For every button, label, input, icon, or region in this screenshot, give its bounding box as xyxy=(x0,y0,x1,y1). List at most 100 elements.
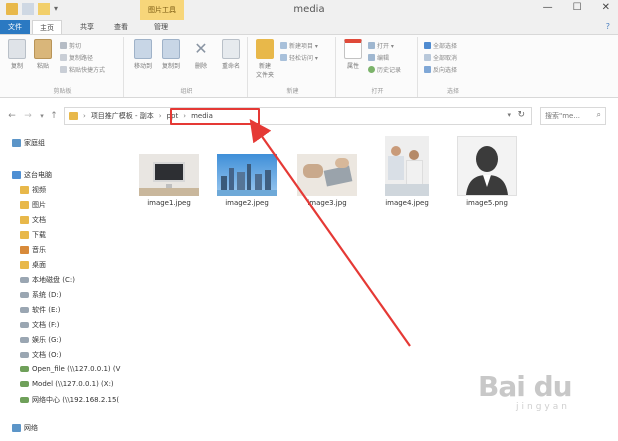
rename-button[interactable]: 重命名 xyxy=(218,39,244,70)
properties-button[interactable]: 属性 xyxy=(340,39,366,70)
downloads-folder-icon xyxy=(20,231,29,239)
open-group-label: 打开 xyxy=(371,88,384,95)
new-item-button[interactable]: 新建项目 ▾ xyxy=(280,41,318,50)
minimize-icon[interactable]: — xyxy=(543,2,553,13)
sidebar-item-music[interactable]: 音乐 xyxy=(20,245,46,255)
sidebar-item-drive-e[interactable]: 软件 (E:) xyxy=(20,305,60,315)
address-bar[interactable]: › 项目推广模板 - 副本 › ppt › media ▾ ↻ xyxy=(64,107,532,125)
copy-to-button[interactable]: 复制到 xyxy=(158,39,184,70)
sidebar-item-this-pc[interactable]: 这台电脑 xyxy=(12,170,52,180)
sidebar-item-network-drive-x[interactable]: Model (\\127.0.0.1) (X:) xyxy=(20,380,114,388)
forward-arrow-icon[interactable]: → xyxy=(22,110,34,122)
sidebar-item-desktop[interactable]: 桌面 xyxy=(20,260,46,270)
close-icon[interactable]: ✕ xyxy=(602,2,610,13)
breadcrumb-item-template-copy[interactable]: 项目推广模板 - 副本 xyxy=(91,111,154,121)
edit-icon xyxy=(368,54,375,61)
recent-locations-chevron-icon[interactable]: ▾ xyxy=(36,110,48,122)
image3-thumbnail xyxy=(297,154,357,196)
navigation-pane: 家庭组 这台电脑 视频 图片 文档 下载 音乐 桌面 本地磁盘 (C:) 系统 … xyxy=(0,132,126,441)
up-arrow-icon[interactable]: ↑ xyxy=(48,110,60,122)
clipboard-group-label: 剪贴板 xyxy=(53,88,72,95)
invert-selection-button[interactable]: 反向选择 xyxy=(424,65,457,74)
image5-thumbnail xyxy=(457,136,517,196)
new-group-label: 新建 xyxy=(286,88,299,95)
file-item-image1[interactable]: image1.jpeg xyxy=(138,154,200,207)
tab-home[interactable]: 主页 xyxy=(32,20,62,34)
sidebar-item-documents[interactable]: 文档 xyxy=(20,215,46,225)
new-folder-button[interactable]: 新建 文件夹 xyxy=(252,39,278,79)
folder-icon xyxy=(69,112,78,120)
address-dropdown-chevron-icon[interactable]: ▾ xyxy=(507,111,511,119)
copy-to-icon xyxy=(162,39,180,59)
organize-group: 移动到 复制到 ✕ 删除 重命名 组织 xyxy=(126,37,248,97)
paste-shortcut-button[interactable]: 粘贴快捷方式 xyxy=(60,65,105,74)
organize-group-label: 组织 xyxy=(180,88,193,95)
move-to-button[interactable]: 移动到 xyxy=(130,39,156,70)
copy-icon xyxy=(8,39,26,59)
image2-thumbnail xyxy=(217,154,277,196)
file-name-label: image3.jpg xyxy=(307,199,347,207)
copy-path-button[interactable]: 复制路径 xyxy=(60,53,93,62)
new-item-icon xyxy=(280,42,287,49)
network-drive-icon xyxy=(20,366,29,372)
sidebar-item-downloads[interactable]: 下载 xyxy=(20,230,46,240)
search-input[interactable]: 搜索"me... ⌕ xyxy=(540,107,606,125)
easy-access-button[interactable]: 轻松访问 ▾ xyxy=(280,53,318,62)
sidebar-item-drive-o[interactable]: 文档 (O:) xyxy=(20,350,61,360)
sidebar-item-network[interactable]: 网络 xyxy=(12,423,38,433)
sidebar-item-drive-c[interactable]: 本地磁盘 (C:) xyxy=(20,275,75,285)
file-item-image5[interactable]: image5.png xyxy=(454,136,520,207)
sidebar-item-videos[interactable]: 视频 xyxy=(20,185,46,195)
window-controls: — ☐ ✕ xyxy=(543,2,610,13)
tab-view[interactable]: 查看 xyxy=(106,20,136,34)
drive-icon xyxy=(20,322,29,328)
file-item-image3[interactable]: image3.jpg xyxy=(296,154,358,207)
drive-icon xyxy=(20,337,29,343)
select-all-button[interactable]: 全部选择 xyxy=(424,41,457,50)
help-icon[interactable]: ? xyxy=(606,22,610,31)
sidebar-item-drive-f[interactable]: 文档 (F:) xyxy=(20,320,60,330)
select-none-button[interactable]: 全部取消 xyxy=(424,53,457,62)
navigation-bar: ← → ▾ ↑ › 项目推广模板 - 副本 › ppt › media ▾ ↻ … xyxy=(0,104,618,128)
documents-folder-icon xyxy=(20,216,29,224)
maximize-icon[interactable]: ☐ xyxy=(573,2,582,13)
computer-icon xyxy=(12,171,21,179)
file-name-label: image5.png xyxy=(466,199,508,207)
tab-file[interactable]: 文件 xyxy=(0,20,30,34)
network-icon xyxy=(12,424,21,432)
history-button[interactable]: 历史记录 xyxy=(368,65,401,74)
sidebar-item-drive-d[interactable]: 系统 (D:) xyxy=(20,290,61,300)
cut-button[interactable]: 剪切 xyxy=(60,41,81,50)
music-folder-icon xyxy=(20,246,29,254)
path-highlight-box xyxy=(170,108,260,125)
watermark-brand: Bai du xyxy=(478,370,573,403)
file-item-image4[interactable]: image4.jpeg xyxy=(380,136,434,207)
sidebar-item-drive-g[interactable]: 娱乐 (G:) xyxy=(20,335,61,345)
back-arrow-icon[interactable]: ← xyxy=(6,110,18,122)
file-item-image2[interactable]: image2.jpeg xyxy=(216,154,278,207)
select-group-label: 选择 xyxy=(446,88,459,95)
desktop-folder-icon xyxy=(20,261,29,269)
homegroup-icon xyxy=(12,139,21,147)
copy-path-icon xyxy=(60,54,67,61)
history-icon xyxy=(368,66,375,73)
sidebar-item-network-drive-v[interactable]: Open_file (\\127.0.0.1) (V xyxy=(20,365,120,373)
sidebar-item-homegroup[interactable]: 家庭组 xyxy=(12,138,45,148)
sidebar-item-pictures[interactable]: 图片 xyxy=(20,200,46,210)
paste-button[interactable]: 粘贴 xyxy=(30,39,56,70)
network-drive-icon xyxy=(20,381,29,387)
image4-thumbnail xyxy=(385,136,429,196)
drive-icon xyxy=(20,352,29,358)
edit-button[interactable]: 编辑 xyxy=(368,53,389,62)
open-button[interactable]: 打开 ▾ xyxy=(368,41,394,50)
clipboard-group: 复制 粘贴 剪切 复制路径 粘贴快捷方式 剪贴板 xyxy=(2,37,124,97)
image1-thumbnail xyxy=(139,154,199,196)
tab-manage[interactable]: 管理 xyxy=(146,20,176,34)
refresh-icon[interactable]: ↻ xyxy=(517,110,525,120)
sidebar-item-network-center[interactable]: 网络中心 (\\192.168.2.15( xyxy=(20,395,119,405)
tab-share[interactable]: 共享 xyxy=(72,20,102,34)
title-bar: ▾ 图片工具 media — ☐ ✕ xyxy=(0,0,618,20)
properties-icon xyxy=(344,39,362,59)
delete-button[interactable]: ✕ 删除 xyxy=(188,39,214,70)
copy-button[interactable]: 复制 xyxy=(4,39,30,70)
